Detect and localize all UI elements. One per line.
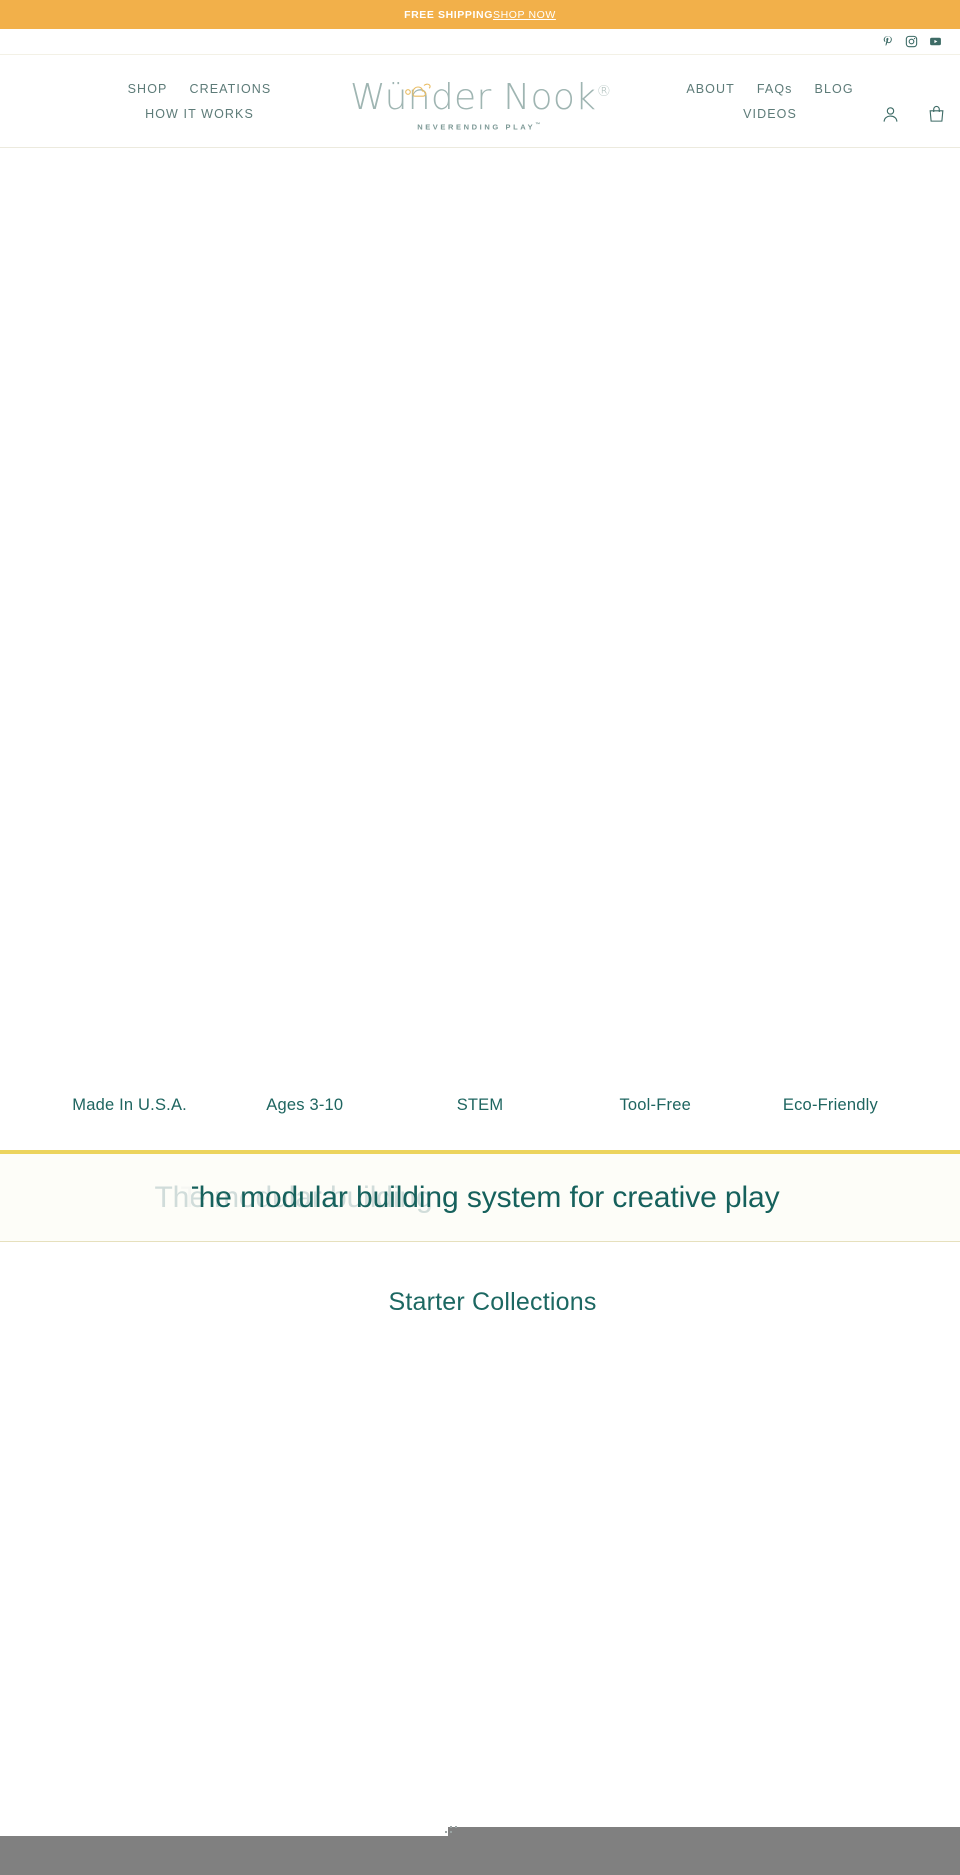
- logo-wordmark-text: Wünder Nook: [350, 77, 597, 118]
- bottom-overlay-notch: [0, 1827, 448, 1836]
- bottom-overlay-upper-right: [448, 1827, 960, 1836]
- starter-collections-section: Starter Collections: [0, 1242, 960, 1792]
- site-logo[interactable]: Wünder Nook® NEVERENDING PLAY™: [350, 69, 612, 132]
- bottom-overlay-bar: [0, 1836, 960, 1875]
- logo-registered-mark: ®: [596, 82, 612, 100]
- feature-item-eco-friendly: Eco-Friendly: [782, 1096, 878, 1114]
- nav-item-creations[interactable]: CREATIONS: [178, 77, 282, 102]
- nav-item-about[interactable]: ABOUT: [675, 77, 746, 102]
- nav-item-shop[interactable]: SHOP: [117, 77, 179, 102]
- social-bar: [0, 29, 960, 55]
- headline-band: The modular building system for creative…: [0, 1154, 960, 1242]
- starter-collections-title: Starter Collections: [388, 1288, 597, 1316]
- feature-highlights-strip: Made In U.S.A. Ages 3-10 STEM Tool-Free …: [0, 1061, 960, 1154]
- nav-item-faqs[interactable]: FAQs: [746, 77, 804, 102]
- logo-wordmark-row: Wünder Nook®: [350, 69, 612, 120]
- announcement-shop-now-link[interactable]: SHOP NOW: [493, 9, 556, 21]
- announcement-bar: FREE SHIPPING SHOP NOW: [0, 0, 960, 29]
- header-utility-icons: [880, 103, 946, 125]
- instagram-icon[interactable]: [905, 35, 918, 48]
- feature-item-stem: STEM: [456, 1096, 504, 1114]
- primary-nav-left: SHOP CREATIONS HOW IT WORKS: [62, 77, 337, 127]
- feature-item-tool-free: Tool-Free: [619, 1096, 691, 1114]
- announcement-text: FREE SHIPPING: [404, 8, 493, 21]
- feature-item-made-in-usa: Made In U.S.A.: [72, 1096, 187, 1114]
- page-root: FREE SHIPPING SHOP NOW SHOP CREATIONS HO…: [0, 0, 960, 1875]
- hero-banner[interactable]: [0, 148, 960, 1061]
- logo-trademark-mark: ™: [535, 122, 543, 128]
- nav-item-blog[interactable]: BLOG: [804, 77, 865, 102]
- logo-tagline-row: NEVERENDING PLAY™: [350, 122, 610, 132]
- sparkle-icon: [402, 65, 436, 97]
- cart-icon[interactable]: [926, 103, 946, 125]
- logo-tagline-text: NEVERENDING PLAY: [417, 122, 536, 132]
- nav-item-videos[interactable]: VIDEOS: [732, 102, 808, 127]
- account-icon[interactable]: [880, 103, 900, 125]
- pinterest-icon[interactable]: [881, 35, 894, 48]
- nav-item-how-it-works[interactable]: HOW IT WORKS: [134, 102, 265, 127]
- loading-indicator: [444, 1825, 458, 1835]
- youtube-icon[interactable]: [929, 35, 942, 48]
- feature-item-ages: Ages 3-10: [266, 1096, 344, 1114]
- primary-nav-right: ABOUT FAQs BLOG VIDEOS: [650, 77, 890, 127]
- site-header: SHOP CREATIONS HOW IT WORKS Wünder Nook®…: [0, 55, 960, 148]
